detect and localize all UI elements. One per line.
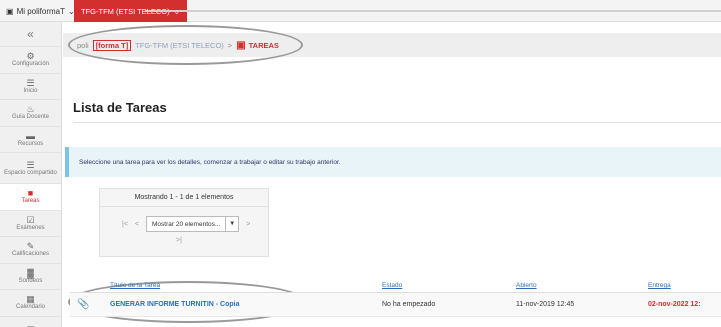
sidebar-item-examenes[interactable]: ☑ Exámenes [0,211,61,237]
column-header-due[interactable]: Entrega [648,279,671,292]
folder-icon: ▬ [26,130,35,141]
sidebar-item-label: Calificaciones [11,251,50,258]
column-header-title[interactable]: Título de la Tarea [110,279,160,292]
title-divider [73,122,721,123]
my-sites-menu[interactable]: ▣ Mi poliformaT ⌄ [0,0,81,22]
column-header-open[interactable]: Abierto [516,279,537,292]
sidebar-item-label: Recursos [17,140,44,147]
sidebar-item-recursos[interactable]: ▬ Recursos [0,127,61,153]
my-sites-label: Mi poliformaT [16,6,66,16]
page-size-value: Mostrar 20 elementos... [152,220,221,228]
sidebar-item-guia-docente[interactable]: ♨ Guía Docente [0,100,61,127]
calendar-icon: ▦ [26,294,35,305]
info-banner: Seleccione una tarea para ver los detall… [65,147,721,177]
sidebar-item-calendario[interactable]: ▦ Calendario [0,290,61,317]
task-due-date: 02-nov-2022 12: [648,301,701,308]
sidebar-item-announcements[interactable]: ✉ [0,317,61,327]
column-header-status[interactable]: Estado [382,279,402,292]
sites-icon: ▣ [6,6,14,16]
guide-icon: ♨ [26,104,35,115]
tasks-icon: ■ [27,188,34,199]
top-bar: ▣ Mi poliformaT ⌄ TFG-TFM (ETSI TELECO) … [0,0,721,22]
sidebar-item-sondeos[interactable]: ▓ Sondeos [0,264,61,290]
sidebar-item-label: Calendario [15,304,46,311]
collapse-sidebar-button[interactable]: « [0,22,61,47]
last-page-button[interactable]: >| [176,237,182,244]
first-page-button[interactable]: |< [122,221,128,228]
sidebar-item-label: Inicio [23,87,38,94]
grades-icon: ✎ [26,241,35,252]
task-title-link[interactable]: GENERAR INFORME TURNITIN - Copia [110,293,240,316]
task-open-date: 11-nov-2019 12:45 [516,301,575,308]
gear-icon: ⚙ [26,51,35,62]
breadcrumb-callout-circle [68,25,303,65]
sidebar-item-label: Sondeos [18,277,43,284]
tool-sidebar: « ⚙ Configuración ☰ Inicio ♨ Guía Docent… [0,22,62,327]
sidebar-item-espacio-compartido[interactable]: ☰ Espacio compartido [0,153,61,184]
pager-summary: Mostrando 1 - 1 de 1 elementos [100,189,268,207]
sidebar-item-label: Tareas [21,198,40,205]
info-text: Seleccione una tarea para ver los detall… [79,158,341,166]
sidebar-item-calificaciones[interactable]: ✎ Calificaciones [0,237,61,264]
task-status: No ha empezado [382,301,436,308]
double-chevron-left-icon: « [27,27,34,41]
table-header: Título de la Tarea Estado Abierto Entreg… [70,279,721,293]
sidebar-item-inicio[interactable]: ☰ Inicio [0,74,61,100]
exam-icon: ☑ [26,214,35,225]
prev-page-button[interactable]: < [135,221,139,228]
poll-icon: ▓ [27,267,34,278]
home-icon: ☰ [26,77,35,88]
pager-controls: |< < Mostrar 20 elementos... ▼ > [122,216,250,232]
sidebar-item-label: Exámenes [16,224,45,231]
top-divider [145,10,721,12]
sidebar-item-label: Configuración [11,61,50,68]
sidebar-item-configuracion[interactable]: ⚙ Configuración [0,47,61,74]
next-page-button[interactable]: > [246,221,250,228]
page-size-select[interactable]: Mostrar 20 elementos... ▼ [146,216,240,232]
table-row: 📎 GENERAR INFORME TURNITIN - Copia No ha… [70,293,721,317]
caret-down-icon: ▼ [225,217,238,231]
paperclip-icon: 📎 [77,299,90,310]
sidebar-item-label: Guía Docente [11,114,50,121]
pager: Mostrando 1 - 1 de 1 elementos |< < Most… [99,188,269,257]
page-title: Lista de Tareas [73,100,167,115]
sidebar-item-tareas[interactable]: ■ Tareas [0,184,61,211]
shared-space-icon: ☰ [26,159,35,170]
sidebar-item-label: Espacio compartido [4,169,57,176]
